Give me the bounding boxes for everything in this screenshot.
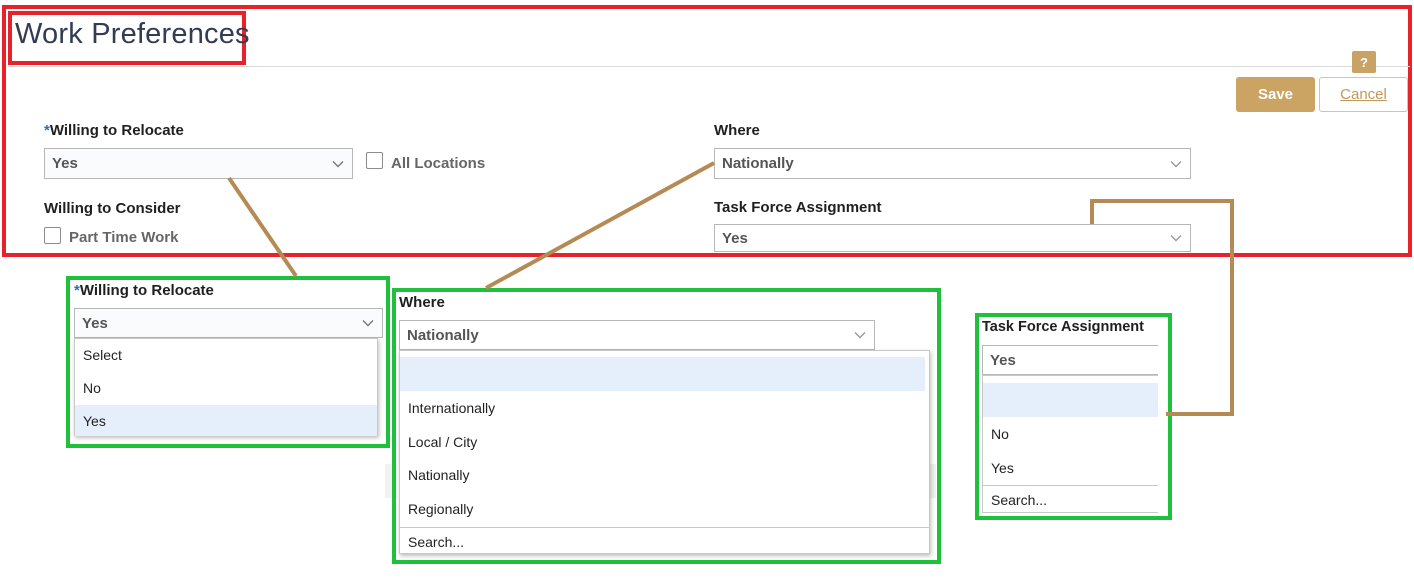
title-divider bbox=[8, 66, 1410, 67]
dropdown-option[interactable]: Select bbox=[75, 339, 377, 371]
chevron-down-icon bbox=[1162, 225, 1190, 251]
all-locations-label: All Locations bbox=[391, 155, 486, 172]
dropdown-option-highlighted[interactable] bbox=[983, 383, 1158, 417]
task-force-select[interactable]: Yes bbox=[714, 224, 1191, 252]
relocate-dropdown-list: Select No Yes bbox=[74, 338, 378, 436]
dropdown-search[interactable]: Search... bbox=[983, 485, 1158, 513]
consider-label: Willing to Consider bbox=[44, 200, 181, 217]
callout-where-select[interactable]: Nationally bbox=[399, 320, 875, 350]
callout-relocate-select[interactable]: Yes bbox=[74, 308, 383, 338]
dropdown-option[interactable]: No bbox=[75, 371, 377, 404]
task-force-dropdown-list: No Yes Search... bbox=[982, 375, 1158, 513]
relocate-label-text: Willing to Relocate bbox=[49, 122, 184, 139]
part-time-checkbox[interactable] bbox=[44, 227, 61, 244]
chevron-down-icon bbox=[354, 309, 382, 337]
callout-relocate-label-text: Willing to Relocate bbox=[79, 282, 214, 299]
dropdown-option-highlighted[interactable]: Yes bbox=[75, 405, 377, 436]
dropdown-option[interactable]: Regionally bbox=[400, 492, 929, 526]
callout-relocate-value: Yes bbox=[82, 314, 108, 332]
cancel-button[interactable]: Cancel bbox=[1319, 77, 1408, 112]
callout-task-force-value: Yes bbox=[990, 351, 1016, 369]
part-time-label: Part Time Work bbox=[69, 229, 179, 246]
save-button[interactable]: Save bbox=[1236, 77, 1315, 112]
page-title: Work Preferences bbox=[15, 18, 250, 50]
help-button[interactable]: ? bbox=[1352, 51, 1376, 73]
dropdown-option[interactable]: Local / City bbox=[400, 425, 929, 459]
relocate-select[interactable]: Yes bbox=[44, 148, 353, 179]
callout-task-force-select[interactable]: Yes bbox=[982, 345, 1158, 375]
callout-where-label: Where bbox=[399, 294, 445, 311]
where-select-value: Nationally bbox=[722, 155, 794, 172]
dropdown-search[interactable]: Search... bbox=[400, 527, 929, 555]
all-locations-checkbox[interactable] bbox=[366, 152, 383, 169]
chevron-down-icon bbox=[324, 149, 352, 178]
where-dropdown-list: Internationally Local / City Nationally … bbox=[399, 350, 930, 554]
dropdown-option[interactable]: Nationally bbox=[400, 458, 929, 492]
where-label: Where bbox=[714, 122, 760, 139]
where-select[interactable]: Nationally bbox=[714, 148, 1191, 179]
chevron-down-icon bbox=[1162, 149, 1190, 178]
callout-relocate-label: *Willing to Relocate bbox=[74, 282, 214, 299]
task-force-select-value: Yes bbox=[722, 229, 748, 247]
relocate-select-value: Yes bbox=[52, 155, 78, 172]
callout-task-force-label: Task Force Assignment bbox=[982, 319, 1144, 335]
relocate-label: *Willing to Relocate bbox=[44, 122, 184, 139]
dropdown-option[interactable]: Yes bbox=[983, 451, 1158, 485]
dropdown-option-highlighted[interactable] bbox=[400, 357, 925, 391]
chevron-down-icon bbox=[846, 321, 874, 349]
callout-where-value: Nationally bbox=[407, 326, 479, 344]
dropdown-option[interactable]: No bbox=[983, 417, 1158, 451]
task-force-label: Task Force Assignment bbox=[714, 199, 882, 216]
dropdown-option[interactable]: Internationally bbox=[400, 391, 929, 425]
